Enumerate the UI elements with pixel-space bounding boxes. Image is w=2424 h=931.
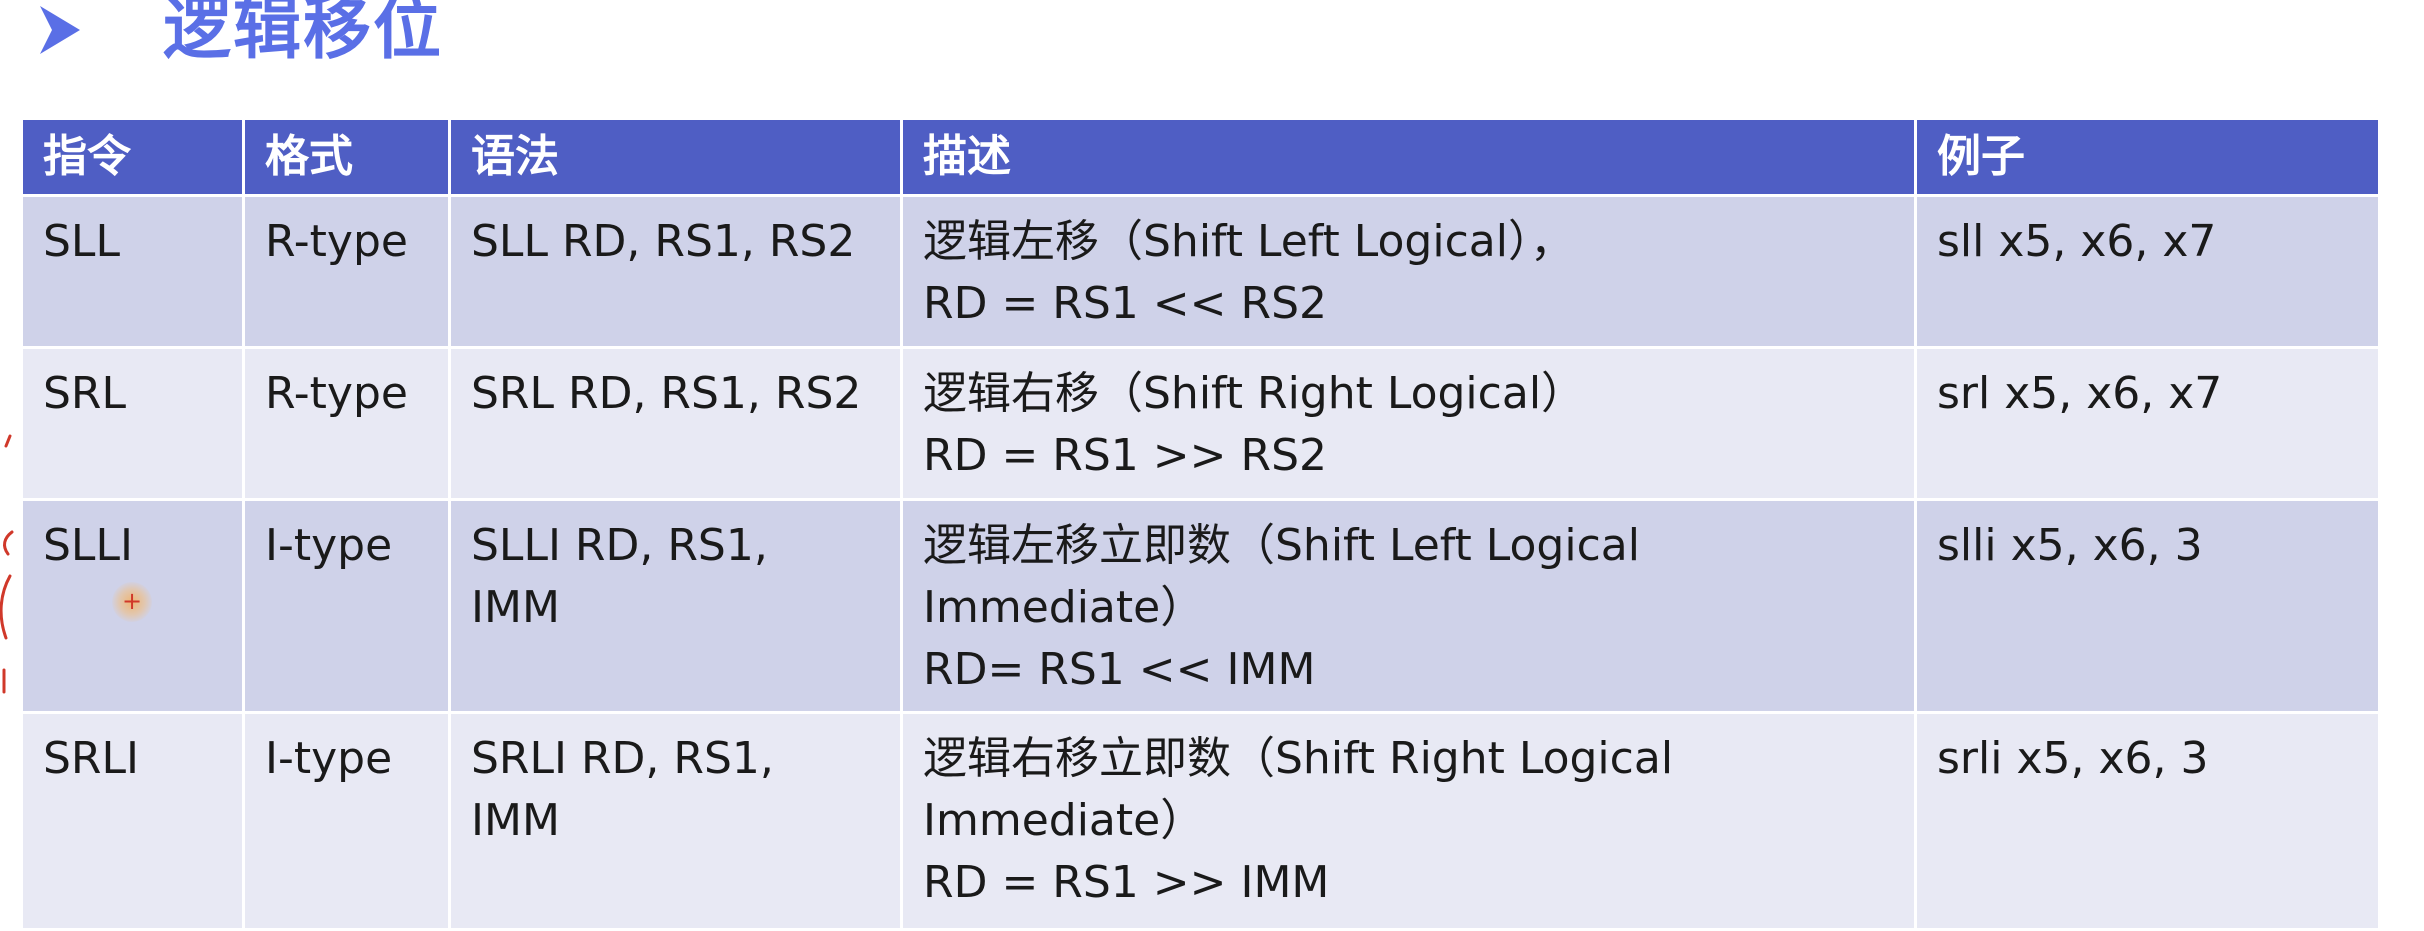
cell-format: I-type: [242, 711, 451, 931]
header-description: 描述: [900, 117, 1917, 197]
description-line: 逻辑右移立即数（Shift Right Logical: [923, 733, 1674, 784]
description-line: 逻辑左移立即数（Shift Left Logical: [923, 520, 1640, 571]
description-line: RD = RS1 >> RS2: [923, 430, 1327, 481]
cell-syntax: SLL RD, RS1, RS2: [448, 194, 903, 349]
cell-example: slli x5, x6, 3: [1914, 498, 2381, 714]
syntax-line: IMM: [471, 582, 560, 633]
cell-syntax: SRL RD, RS1, RS2: [448, 346, 903, 501]
syntax-line: SLLI RD, RS1,: [471, 520, 768, 571]
description-line: RD= RS1 << IMM: [923, 644, 1316, 695]
syntax-line: SRL RD, RS1, RS2: [471, 368, 862, 419]
description-line: RD = RS1 >> IMM: [923, 857, 1330, 908]
slide-heading: 逻辑移位: [0, 0, 2424, 110]
cell-syntax: SLLI RD, RS1, IMM: [448, 498, 903, 714]
description-line: 逻辑右移（Shift Right Logical）: [923, 368, 1586, 419]
page-title: 逻辑移位: [163, 0, 444, 69]
cell-format: R-type: [242, 346, 451, 501]
cell-format: R-type: [242, 194, 451, 349]
cell-example: sll x5, x6, x7: [1914, 194, 2381, 349]
cell-instruction: SRL: [20, 346, 245, 501]
cell-description: 逻辑左移立即数（Shift Left Logical Immediate） RD…: [900, 498, 1917, 714]
cell-description: 逻辑右移立即数（Shift Right Logical Immediate） R…: [900, 711, 1917, 931]
syntax-line: SLL RD, RS1, RS2: [471, 216, 856, 267]
cell-syntax: SRLI RD, RS1, IMM: [448, 711, 903, 931]
header-syntax: 语法: [448, 117, 903, 197]
description-line: Immediate）: [923, 795, 1205, 846]
cell-instruction: SRLI: [20, 711, 245, 931]
table-row: SRL R-type SRL RD, RS1, RS2 逻辑右移（Shift R…: [20, 346, 2381, 501]
header-instruction: 指令: [20, 117, 245, 197]
table-header-row: 指令 格式 语法 描述 例子: [20, 117, 2381, 197]
table-row: SRLI I-type SRLI RD, RS1, IMM 逻辑右移立即数（Sh…: [20, 711, 2381, 931]
syntax-line: IMM: [471, 795, 560, 846]
annotation-pen-strokes: [0, 434, 14, 694]
syntax-line: SRLI RD, RS1,: [471, 733, 774, 784]
table-row: SLLI I-type SLLI RD, RS1, IMM 逻辑左移立即数（Sh…: [20, 498, 2381, 714]
table-row: SLL R-type SLL RD, RS1, RS2 逻辑左移（Shift L…: [20, 194, 2381, 349]
cursor-highlight-icon: +: [112, 582, 152, 622]
cell-instruction: SLL: [20, 194, 245, 349]
description-line: 逻辑左移（Shift Left Logical），: [923, 216, 1574, 267]
description-line: Immediate）: [923, 582, 1205, 633]
header-format: 格式: [242, 117, 451, 197]
cell-format: I-type: [242, 498, 451, 714]
shift-instruction-table: 指令 格式 语法 描述 例子 SLL R-type SLL RD, RS1, R…: [20, 117, 2381, 931]
cell-description: 逻辑右移（Shift Right Logical） RD = RS1 >> RS…: [900, 346, 1917, 501]
cell-example: srl x5, x6, x7: [1914, 346, 2381, 501]
cursor-plus-icon: +: [121, 587, 143, 615]
header-example: 例子: [1914, 117, 2381, 197]
description-line: RD = RS1 << RS2: [923, 278, 1327, 329]
cell-example: srli x5, x6, 3: [1914, 711, 2381, 931]
cell-description: 逻辑左移（Shift Left Logical）， RD = RS1 << RS…: [900, 194, 1917, 349]
arrowhead-bullet-icon: [40, 6, 80, 54]
